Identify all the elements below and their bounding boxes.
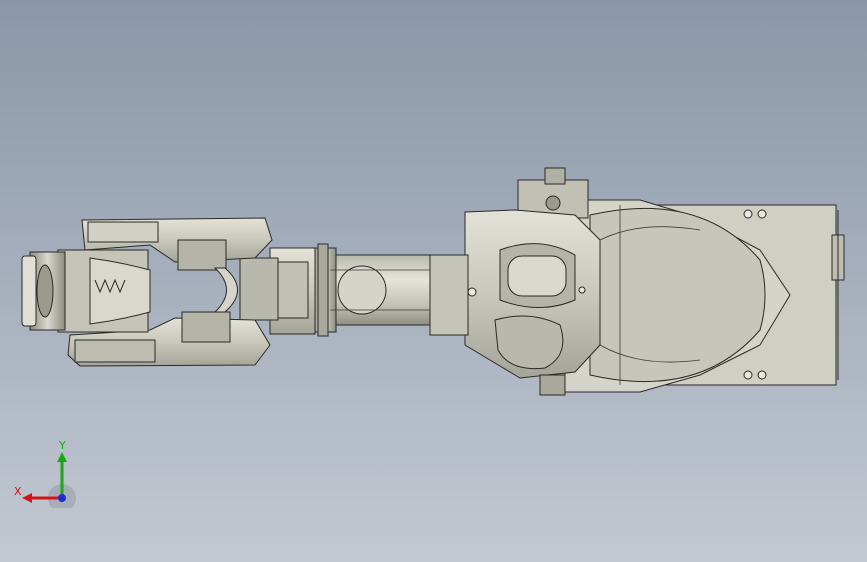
- coordinate-triad: Y X: [14, 439, 76, 508]
- wrist-head[interactable]: [21, 249, 151, 333]
- z-axis-dot: [58, 494, 66, 502]
- base-plate[interactable]: [564, 199, 845, 393]
- robot-arm-model[interactable]: [0, 0, 867, 562]
- turret-housing[interactable]: [419, 167, 601, 396]
- cad-viewport[interactable]: Y X: [0, 0, 867, 562]
- y-arrow-icon: [57, 452, 67, 462]
- x-axis-label: X: [14, 485, 22, 498]
- x-arrow-icon: [22, 493, 32, 503]
- upper-arm[interactable]: [311, 243, 431, 337]
- y-axis-label: Y: [58, 439, 66, 452]
